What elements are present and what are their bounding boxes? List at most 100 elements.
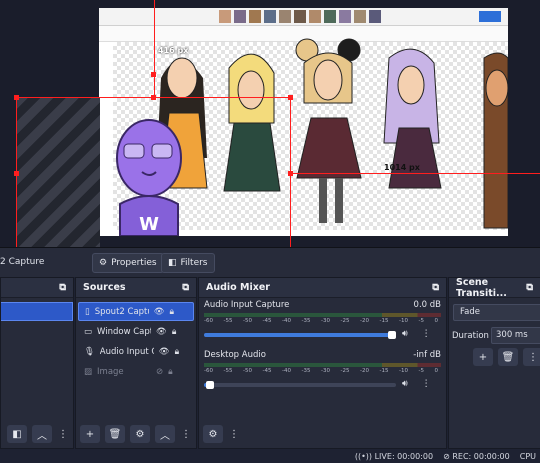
transition-select[interactable]: Fade [453,304,540,321]
add-transition-button[interactable]: + [473,348,493,366]
resize-handle-tm[interactable] [151,95,156,100]
source-item-audio-input[interactable]: 🎙︎ Audio Input C 👁 🔒︎ [78,342,194,361]
scene-item-selected[interactable] [1,302,73,321]
scenes-dock: ⧉ ◧ ︿ ⋮ [0,277,74,449]
lock-icon[interactable]: 🔒︎ [172,327,177,337]
channel-name: Audio Input Capture [204,300,290,310]
trash-icon: 🗑︎ [108,428,122,440]
source-name: Window Captu [97,326,151,337]
eye-icon[interactable]: 👁 [159,347,170,357]
source-toolbar: 2 Capture ⚙ Properties ◧ Filters [0,247,540,277]
panel-icon: ◧ [12,428,22,440]
source-move-up-button[interactable]: ︿ [155,425,175,443]
chevron-up-icon: ︿ [160,430,170,442]
channel-level: -inf dB [413,350,441,360]
captured-app-toolbar [99,8,508,26]
mixer-channel-audio-input: Audio Input Capture 0.0 dB -60 -55 -50 -45-… [199,298,446,348]
scene-filter-button[interactable]: ◧ [7,425,27,443]
source-properties-button[interactable]: ⚙ [130,425,150,443]
monitor-icon: ▯ [85,306,90,317]
bounds-overflow-region [16,97,100,247]
source-menu-button[interactable]: ⋮ [180,425,192,443]
gear-icon: ⚙ [99,258,108,268]
speaker-icon[interactable]: 🔊︎ [402,329,408,339]
window-icon: ▭ [84,326,93,337]
scenes-dock-header: ⧉ [1,278,73,298]
source-name: Spout2 Captu [94,306,149,317]
audio-mixer-dock: Audio Mixer ⧉ Audio Input Capture 0.0 dB… [198,277,447,449]
add-source-button[interactable]: + [80,425,100,443]
plus-icon: + [85,428,95,440]
scene-move-up-button[interactable]: ︿ [32,425,52,443]
source-name: Image [97,366,124,377]
audio-mixer-title: Audio Mixer [206,282,270,293]
scene-transitions-dock: Scene Transiti... ⧉ Fade Duration 300 ms… [448,277,540,449]
gears-icon: ⚙ [208,428,218,440]
filter-icon: ◧ [168,258,177,268]
sources-dock-title: Sources [83,282,126,293]
source-item-window-capture[interactable]: ▭ Window Captu 👁 🔒︎ [78,322,194,341]
transition-type: Fade [460,307,480,317]
eye-hidden-icon[interactable]: ⊘ [156,367,163,377]
microphone-icon: 🎙︎ [84,346,95,357]
resize-handle-mr[interactable] [288,171,293,176]
duration-spinbox[interactable]: 300 ms [491,327,540,344]
undock-icon[interactable]: ⧉ [526,282,533,293]
mixer-menu-button[interactable]: ⋮ [228,425,240,443]
height-guide-line [291,173,540,174]
undock-icon[interactable]: ⧉ [182,282,189,293]
volume-slider[interactable] [204,330,396,339]
lock-icon[interactable]: 🔒︎ [175,347,180,357]
advanced-audio-button[interactable]: ⚙ [203,425,223,443]
volume-meter [204,363,441,367]
undock-icon[interactable]: ⧉ [432,282,439,293]
filters-label: Filters [180,258,208,268]
live-status: ((•)) LIVE: 00:00:00 [355,452,433,461]
speaker-icon[interactable]: 🔊︎ [402,379,408,389]
transition-menu-button[interactable]: ⋮ [523,348,540,366]
eye-icon[interactable]: 👁 [154,307,165,317]
plus-icon: + [478,351,488,363]
chevron-up-icon: ︿ [37,430,47,442]
properties-button[interactable]: ⚙ Properties [92,253,164,273]
sources-dock-footer: + 🗑︎ ⚙ ︿ ⋮ [80,424,192,444]
filters-button[interactable]: ◧ Filters [161,253,215,273]
width-measure-label: 416 px [158,46,189,55]
eye-icon[interactable]: 👁 [156,327,167,337]
height-measure-label: 1014 px [384,163,420,172]
source-item-image[interactable]: ▨ Image ⊘ 🔒︎ [78,362,194,381]
properties-label: Properties [111,258,157,268]
remove-transition-button[interactable]: 🗑︎ [498,348,518,366]
resize-handle-ml[interactable] [14,171,19,176]
svg-text:W: W [139,214,159,235]
lock-icon[interactable]: 🔒︎ [169,307,174,317]
duration-value: 300 ms [496,330,528,340]
capture-canvas[interactable]: W [99,8,508,236]
kebab-icon: ⋮ [229,428,239,440]
audio-mixer-header: Audio Mixer ⧉ [199,278,446,298]
gear-icon: ⚙ [135,428,145,440]
rec-timer: REC: 00:00:00 [452,451,510,461]
kebab-icon[interactable]: ⋮ [422,379,431,389]
resize-handle-tl[interactable] [14,95,19,100]
channel-name: Desktop Audio [204,350,266,360]
lock-icon[interactable]: 🔒︎ [168,367,173,377]
kebab-icon[interactable]: ⋮ [422,329,431,339]
width-guide-line [154,0,155,97]
source-item-spout2[interactable]: ▯ Spout2 Captu 👁 🔒︎ [78,302,194,321]
mixer-dock-footer: ⚙ ⋮ [203,424,442,444]
preview-area[interactable]: W 416 px 1014 px [0,0,540,247]
status-bar: ((•)) LIVE: 00:00:00 ⊘ REC: 00:00:00 CPU [0,449,540,463]
sources-dock: Sources ⧉ ▯ Spout2 Captu 👁 🔒︎ ▭ Window C… [75,277,197,449]
scenes-dock-footer: ◧ ︿ ⋮ [1,424,69,444]
remove-source-button[interactable]: 🗑︎ [105,425,125,443]
resize-handle-tr[interactable] [288,95,293,100]
volume-slider[interactable] [204,380,396,389]
broadcast-icon: ((•)) [354,451,373,461]
current-source-name: 2 Capture [0,257,45,267]
rotate-handle[interactable] [151,72,156,77]
kebab-icon: ⋮ [528,351,538,363]
cpu-usage: CPU [519,451,536,461]
scene-menu-button[interactable]: ⋮ [57,425,69,443]
undock-icon[interactable]: ⧉ [59,282,66,293]
